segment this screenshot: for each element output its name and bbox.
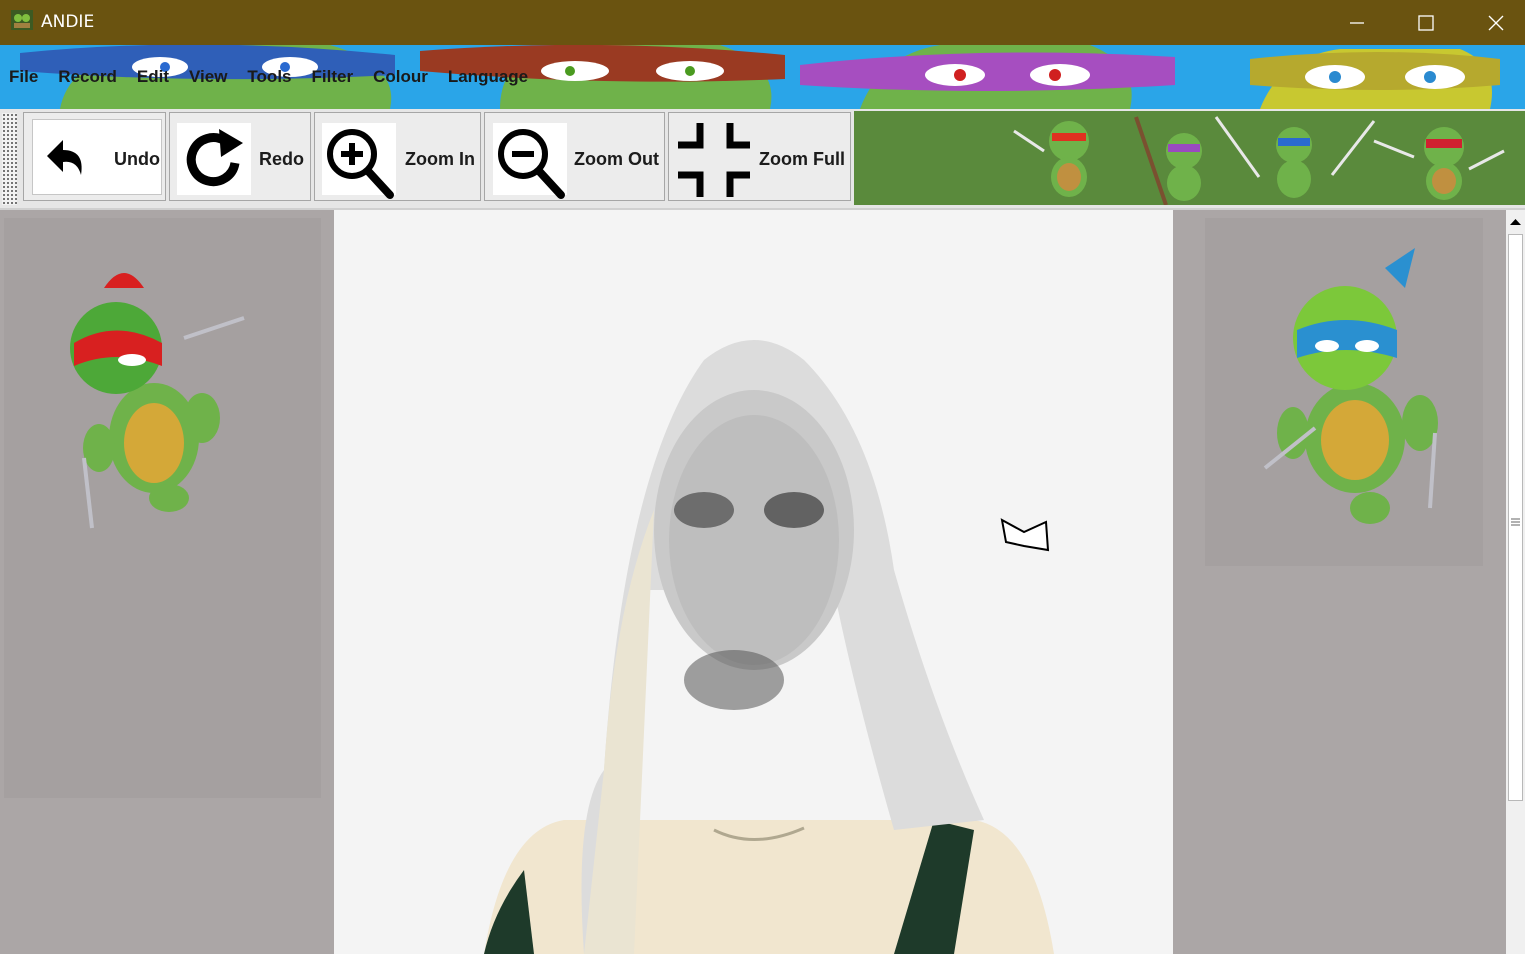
leonardo-sticker [1263, 248, 1438, 524]
undo-icon [47, 140, 82, 175]
window-title: ANDIE [41, 12, 95, 32]
toolbar-turtle-strip [854, 111, 1525, 206]
menu-view[interactable]: View [179, 65, 237, 89]
zoom-full-button[interactable]: Zoom Full [668, 112, 851, 201]
zoom-out-label: Zoom Out [574, 149, 659, 169]
toolbar-grip[interactable] [2, 113, 17, 205]
menu-record[interactable]: Record [48, 65, 127, 89]
right-side-panel [1173, 210, 1506, 954]
zoom-in-button[interactable]: Zoom In [314, 112, 481, 201]
turtles-decoration [854, 111, 1525, 206]
menu-language[interactable]: Language [438, 65, 538, 89]
close-icon [1488, 15, 1504, 30]
maximize-icon [1418, 14, 1434, 31]
maximize-button[interactable] [1391, 0, 1461, 45]
canvas-image [334, 210, 1173, 954]
redo-button[interactable]: Redo [169, 112, 311, 201]
zoom-in-icon [327, 129, 394, 199]
toolbar: Undo Redo Zoom In Zoom Out Zoom Full [0, 109, 1525, 210]
close-button[interactable] [1461, 0, 1525, 45]
zoom-full-label: Zoom Full [759, 149, 845, 169]
menu-items: File Record Edit View Tools Filter Colou… [0, 65, 538, 89]
title-bar: ANDIE [0, 0, 1525, 45]
scrollbar-thumb[interactable] [1508, 234, 1523, 801]
minimize-icon [1350, 21, 1364, 24]
zoom-in-label: Zoom In [405, 149, 475, 169]
right-sticker-area [1205, 218, 1483, 566]
menu-bar: File Record Edit View Tools Filter Colou… [0, 45, 1525, 109]
undo-button[interactable]: Undo [23, 112, 166, 201]
menu-file[interactable]: File [0, 65, 48, 89]
menu-filter[interactable]: Filter [302, 65, 364, 89]
menu-edit[interactable]: Edit [127, 65, 179, 89]
redo-icon [186, 129, 243, 187]
menu-colour[interactable]: Colour [363, 65, 438, 89]
zoom-out-icon [498, 129, 565, 199]
undo-label: Undo [114, 149, 160, 169]
app-icon [11, 10, 33, 30]
raphael-sticker [70, 273, 245, 529]
vertical-scrollbar[interactable] [1506, 210, 1525, 954]
image-canvas[interactable] [334, 210, 1173, 954]
zoom-full-icon [678, 123, 750, 197]
grip-icon [1511, 518, 1520, 526]
scroll-up-icon[interactable] [1506, 212, 1525, 232]
left-sticker-area [4, 218, 321, 798]
left-side-panel [0, 210, 334, 954]
minimize-button[interactable] [1322, 0, 1392, 45]
zoom-out-button[interactable]: Zoom Out [484, 112, 665, 201]
redo-label: Redo [259, 149, 304, 169]
menu-tools[interactable]: Tools [237, 65, 301, 89]
